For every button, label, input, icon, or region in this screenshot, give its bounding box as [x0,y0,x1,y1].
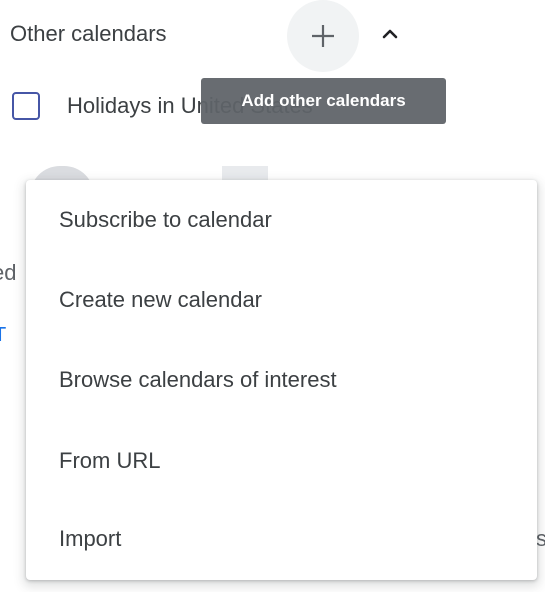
menu-item-from-url[interactable]: From URL [26,431,537,491]
other-calendars-title: Other calendars [10,21,167,46]
background-text-fragment: T [0,324,7,346]
add-calendar-menu: Subscribe to calendar Create new calenda… [26,180,537,580]
background-text-fragment: ed [0,260,17,285]
background-text-fragment: s [536,526,545,551]
menu-item-subscribe-to-calendar[interactable]: Subscribe to calendar [26,190,537,250]
add-other-calendars-button[interactable] [287,0,359,72]
add-other-calendars-tooltip: Add other calendars [201,78,446,124]
menu-item-create-new-calendar[interactable]: Create new calendar [26,270,537,330]
menu-item-browse-calendars-of-interest[interactable]: Browse calendars of interest [26,350,537,410]
other-calendars-header: Other calendars [0,0,545,72]
collapse-other-calendars-button[interactable] [370,16,410,56]
plus-icon [308,21,338,51]
menu-item-import[interactable]: Import [26,509,537,569]
chevron-up-icon [380,27,400,46]
holidays-checkbox[interactable] [12,92,40,120]
